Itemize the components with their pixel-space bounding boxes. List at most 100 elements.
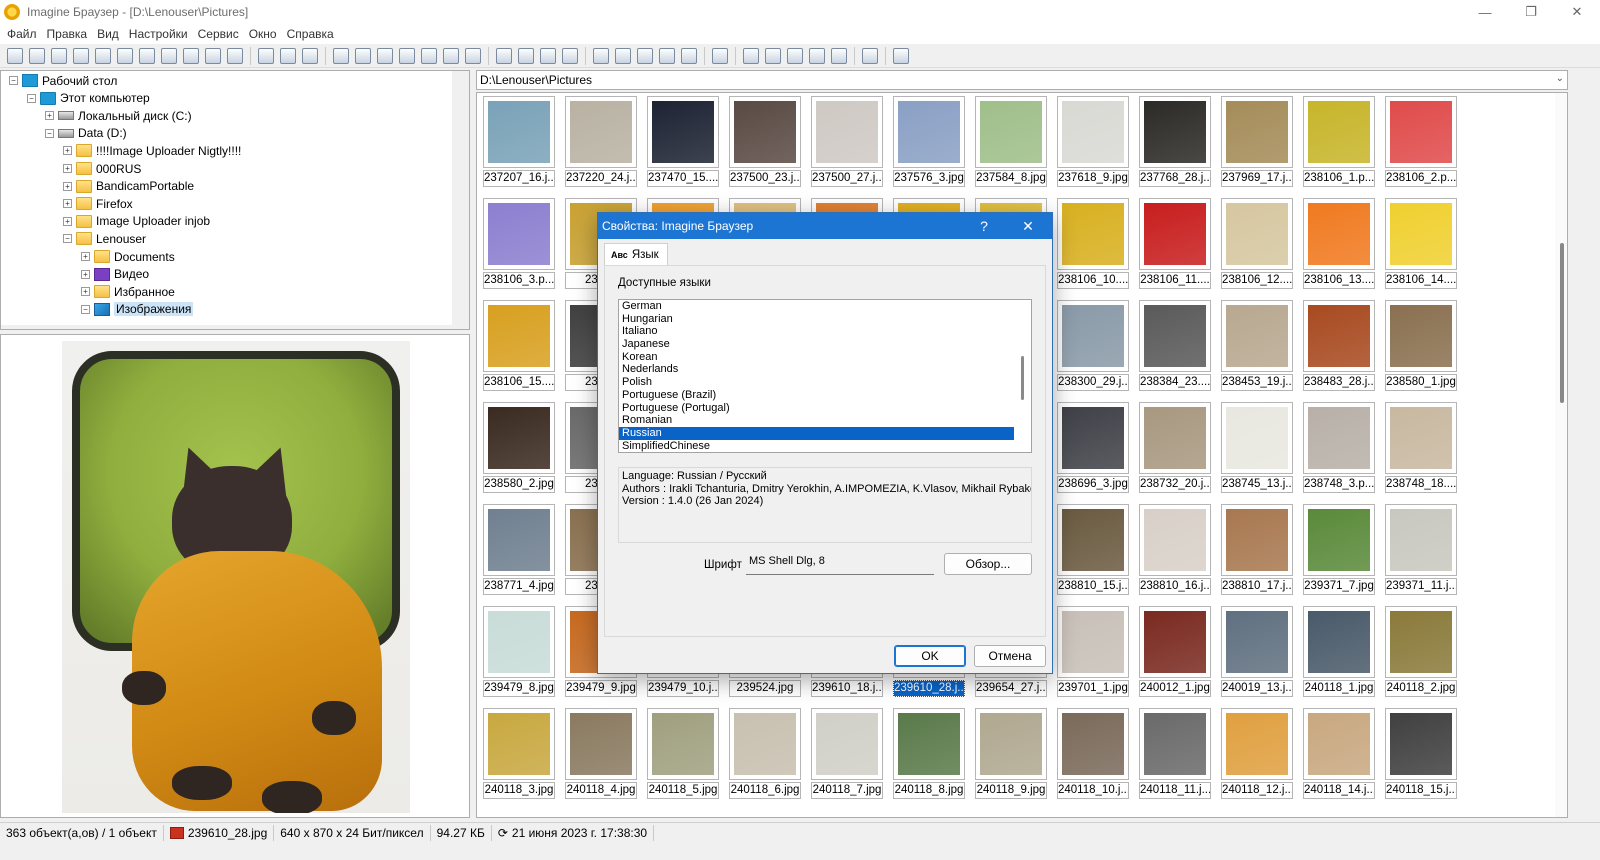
thumbnail-item[interactable]: 238580_2.jpg [483,402,555,496]
thumbnail-item[interactable]: 238810_17.j... [1221,504,1293,598]
edit-icon[interactable] [862,47,878,64]
thumbnail-item[interactable]: 238810_15.j... [1057,504,1129,598]
language-list-scrollbar[interactable] [1015,300,1031,452]
help-icon[interactable] [893,47,909,64]
menu-edit[interactable]: Правка [42,27,93,41]
expand-icon[interactable]: + [63,146,72,156]
list-icon[interactable] [637,47,653,64]
collapse-icon[interactable]: − [81,304,90,314]
batch-icon[interactable] [765,47,781,64]
thumbnail-item[interactable]: 238106_11.... [1139,198,1211,292]
thumbnail-item[interactable]: 238696_3.jpg [1057,402,1129,496]
expand-icon[interactable]: + [81,269,90,279]
thumbnail-item[interactable]: 239371_11.j... [1385,504,1457,598]
thumbnail-item[interactable]: 238810_16.j... [1139,504,1211,598]
thumbnail-item[interactable]: 240118_7.jpg [811,708,883,802]
thumbnail-item[interactable]: 237584_8.jpg [975,96,1047,190]
thumbnail-item[interactable]: 238106_1.p... [1303,96,1375,190]
thumbnail-item[interactable]: 240012_1.jpg [1139,606,1211,700]
open-folder-icon[interactable] [51,47,67,64]
scan-icon[interactable] [139,47,155,64]
thumbnail-item[interactable]: 237618_9.jpg [1057,96,1129,190]
language-list[interactable]: German Hungarian Italiano Japanese Korean Ned… [618,299,1032,453]
large-icons-icon[interactable] [593,47,609,64]
font-field[interactable]: MS Shell Dlg, 8 [746,553,934,575]
thumbnail-item[interactable]: 240118_12.j... [1221,708,1293,802]
language-item[interactable]: Japanese [619,338,1014,351]
thumbnail-item[interactable]: 238106_10.... [1057,198,1129,292]
tree-icon[interactable] [355,47,371,64]
thumbnail-item[interactable]: 237500_27.j... [811,96,883,190]
language-item[interactable]: Nederlands [619,363,1014,376]
thumbnail-item[interactable]: 238384_23.... [1139,300,1211,394]
thumbnail-item[interactable]: 238483_28.j... [1303,300,1375,394]
thumbnail-item[interactable]: 237500_23.j... [729,96,801,190]
close-button[interactable]: ✕ [1554,0,1600,24]
thumbnail-item[interactable]: 239701_1.jpg [1057,606,1129,700]
thumbnail-item[interactable]: 238748_3.p... [1303,402,1375,496]
chevron-down-icon[interactable]: ⌄ [1556,73,1564,84]
thumbnail-item[interactable]: 238732_20.j... [1139,402,1211,496]
thumbnail-item[interactable]: 240118_1.jpg [1303,606,1375,700]
cut-icon[interactable] [258,47,274,64]
thumbnail-item[interactable]: 240118_10.j... [1057,708,1129,802]
convert-icon[interactable] [743,47,759,64]
back-icon[interactable] [518,47,534,64]
monitor-icon[interactable] [809,47,825,64]
language-item[interactable]: Italiano [619,325,1014,338]
options-icon[interactable] [831,47,847,64]
thumbnail-item[interactable]: 237768_28.j... [1139,96,1211,190]
thumbnail-item[interactable]: 240118_14.j... [1303,708,1375,802]
collapse-icon[interactable]: − [63,234,72,244]
thumbnail-item[interactable]: 240118_6.jpg [729,708,801,802]
language-item[interactable]: Polish [619,376,1014,389]
collapse-icon[interactable]: − [45,128,54,138]
thumbnail-item[interactable]: 239371_7.jpg [1303,504,1375,598]
thumbnail-item[interactable]: 238106_12.... [1221,198,1293,292]
thumbnail-item[interactable]: 238453_19.j... [1221,300,1293,394]
language-item[interactable]: SimplifiedChinese [619,440,1014,452]
language-item[interactable]: Korean [619,351,1014,364]
thumbnail-item[interactable]: 237969_17.j... [1221,96,1293,190]
tree-item[interactable]: + Избранное [81,283,175,300]
report-icon[interactable] [681,47,697,64]
thumbnail-item[interactable]: 240118_5.jpg [647,708,719,802]
folder-tree[interactable]: − Рабочий стол − Этот компьютер + Локальный д… [0,70,470,330]
expand-icon[interactable]: + [45,111,54,121]
collapse-icon[interactable]: − [9,76,18,85]
tree-item[interactable]: − Lenouser [63,230,146,247]
tree-item[interactable]: +000RUS [63,160,141,177]
tree-item[interactable]: − Этот компьютер [27,90,150,107]
thumbnail-item[interactable]: 238106_14.... [1385,198,1457,292]
thumbnail-scrollbar[interactable] [1555,93,1567,817]
tree-item[interactable]: + Image Uploader injob [63,213,210,230]
menu-service[interactable]: Сервис [193,27,244,41]
thumbnail-item[interactable]: 238106_3.p... [483,198,555,292]
menu-settings[interactable]: Настройки [124,27,193,41]
menu-window[interactable]: Окно [244,27,282,41]
language-item[interactable]: German [619,300,1014,313]
tree-scrollbar[interactable] [452,71,469,329]
tree-item[interactable]: + BandicamPortable [63,178,194,195]
new-folder-icon[interactable] [161,47,177,64]
print-icon[interactable] [95,47,111,64]
rename-icon[interactable] [183,47,199,64]
up-folder-icon[interactable] [496,47,512,64]
tree-item[interactable]: − Рабочий стол [9,72,117,89]
image-icon[interactable] [465,47,481,64]
dialog-close-button[interactable]: ✕ [1008,213,1048,239]
thumbnail-item[interactable]: 238748_18.... [1385,402,1457,496]
fit-icon[interactable] [443,47,459,64]
cancel-button[interactable]: Отмена [974,645,1046,667]
info-icon[interactable] [117,47,133,64]
thumbnail-item[interactable]: 237220_24.j... [565,96,637,190]
tree-item[interactable]: + Documents [81,248,175,265]
expand-icon[interactable]: + [63,216,72,226]
tree-item[interactable]: + Firefox [63,195,133,212]
thumbnail-item[interactable]: 238106_15.... [483,300,555,394]
capture-icon[interactable] [787,47,803,64]
thumbnail-item[interactable]: 240118_15.j... [1385,708,1457,802]
small-icons-icon[interactable] [615,47,631,64]
thumbnail-item[interactable]: 240118_3.jpg [483,708,555,802]
tree-item[interactable]: + Видео [81,266,149,283]
